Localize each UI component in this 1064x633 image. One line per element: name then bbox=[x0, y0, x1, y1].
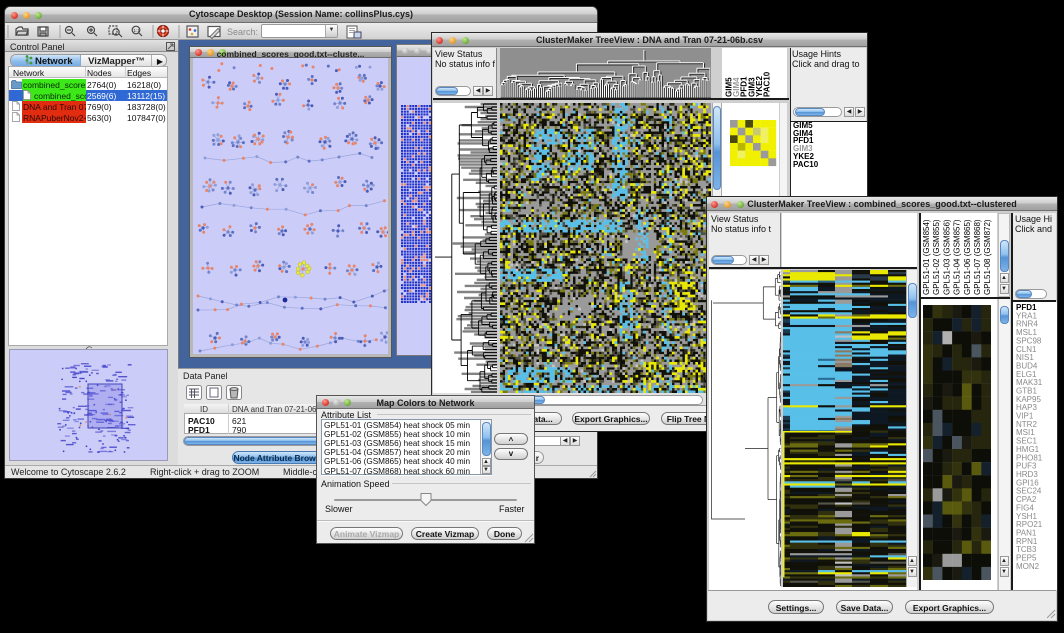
svg-text:GPL51-03 (GSM856): GPL51-03 (GSM856) bbox=[942, 219, 951, 295]
svg-text:GPL51-01 (GSM854): GPL51-01 (GSM854) bbox=[922, 219, 931, 295]
svg-text:GPL51-08 (GSM872): GPL51-08 (GSM872) bbox=[983, 219, 992, 295]
svg-text:GPL51-06 (GSM865): GPL51-06 (GSM865) bbox=[963, 219, 972, 295]
svg-text:PAC10: PAC10 bbox=[763, 71, 772, 97]
svg-text:1:1: 1:1 bbox=[134, 28, 141, 33]
svg-text:MON2: MON2 bbox=[1016, 562, 1040, 571]
svg-text:GPL51-02 (GSM855): GPL51-02 (GSM855) bbox=[932, 219, 941, 295]
svg-text:GPL51-04 (GSM857): GPL51-04 (GSM857) bbox=[953, 219, 962, 295]
svg-text:GPL51-07 (GSM868): GPL51-07 (GSM868) bbox=[973, 219, 982, 295]
